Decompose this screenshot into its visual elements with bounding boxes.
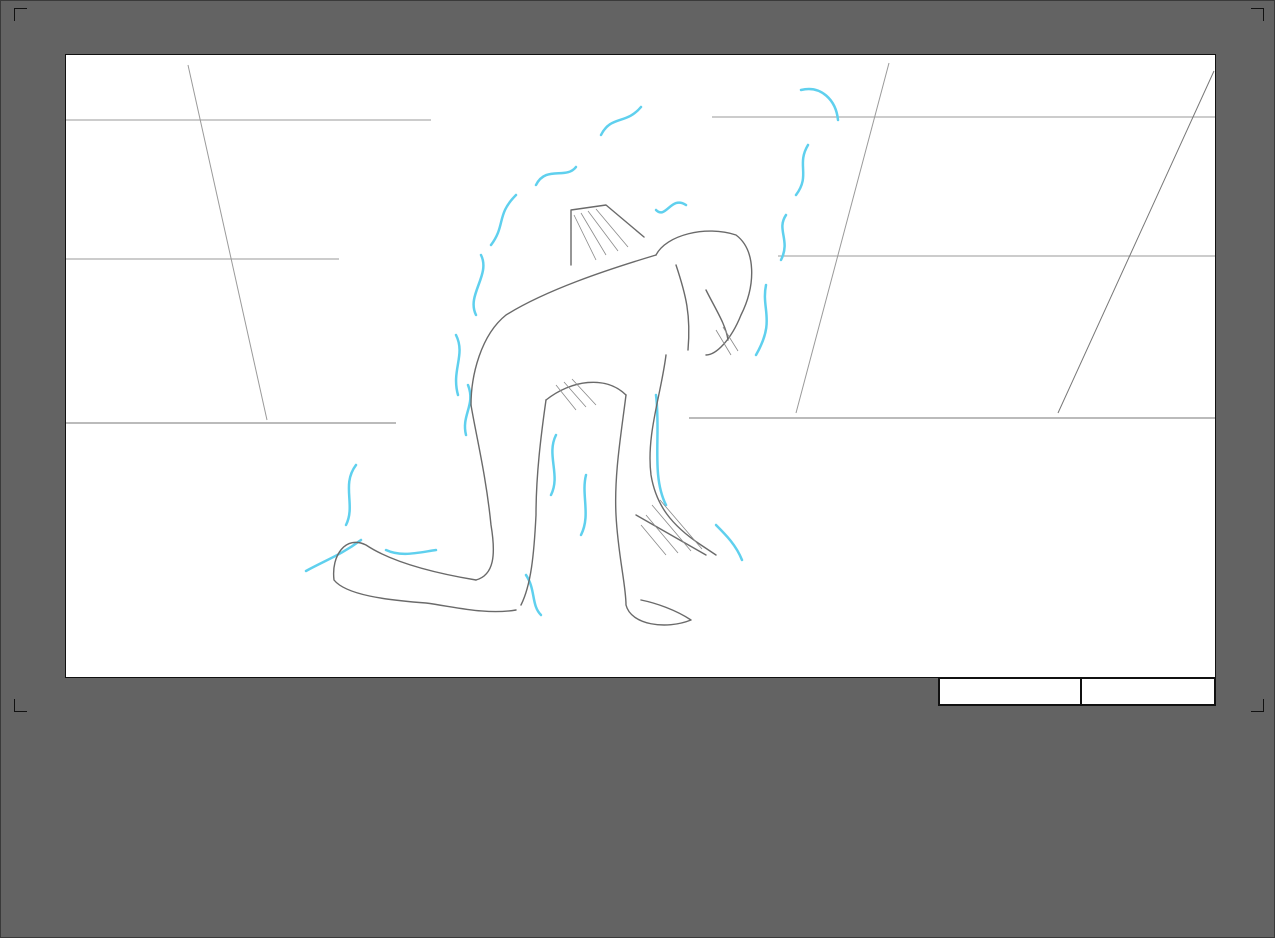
figure-back: [470, 254, 657, 406]
aura-stroke: [472, 253, 485, 317]
crop-mark-top-right: [1251, 8, 1264, 21]
figure-front-leg: [520, 399, 547, 606]
hatch: [659, 499, 703, 550]
guide-line: [795, 62, 890, 414]
guide-line: [187, 64, 268, 421]
crouching-figure: [332, 204, 753, 626]
aura-stroke: [599, 105, 643, 137]
background-guides: [66, 62, 1215, 424]
slug-field-left[interactable]: [938, 677, 1082, 706]
aura-stroke: [754, 283, 768, 357]
hatch: [573, 214, 597, 261]
aura-stroke: [579, 473, 588, 537]
figure-hair: [675, 264, 690, 351]
hatch: [722, 326, 739, 352]
aura-stroke: [454, 333, 461, 397]
storyboard-canvas: [0, 0, 1275, 938]
crop-mark-top-left: [14, 8, 27, 21]
guide-line: [1057, 70, 1215, 414]
hatch: [563, 381, 587, 408]
aura-stroke: [794, 143, 810, 197]
aura-stroke: [344, 463, 358, 527]
aura-stroke: [799, 87, 840, 122]
figure-torso: [545, 381, 627, 401]
hatch: [715, 329, 732, 356]
aura-stroke: [654, 393, 668, 507]
energy-aura: [304, 87, 840, 617]
figure-head: [655, 230, 753, 356]
aura-stroke: [549, 433, 558, 497]
figure-back-arm: [649, 354, 717, 556]
shadow-hatching: [555, 208, 739, 556]
figure-rear-leg: [470, 404, 495, 581]
hatch: [580, 212, 607, 256]
crop-mark-bottom-left: [14, 699, 27, 712]
aura-stroke: [524, 573, 543, 617]
aura-stroke: [654, 201, 688, 214]
figure-hand: [635, 514, 707, 556]
figure-hair: [705, 289, 729, 341]
storyboard-panel[interactable]: [65, 54, 1216, 678]
slug-field-right[interactable]: [1080, 677, 1216, 706]
crop-mark-bottom-right: [1251, 699, 1264, 712]
aura-stroke: [714, 523, 744, 562]
aura-stroke: [384, 548, 438, 556]
aura-stroke: [534, 165, 578, 187]
aura-stroke: [489, 193, 518, 247]
aura-stroke: [779, 213, 788, 262]
hatch: [555, 384, 577, 411]
panel-sketch: [66, 62, 1215, 626]
hatch: [645, 514, 679, 554]
figure-front-arm: [614, 394, 692, 626]
aura-stroke: [463, 383, 472, 437]
